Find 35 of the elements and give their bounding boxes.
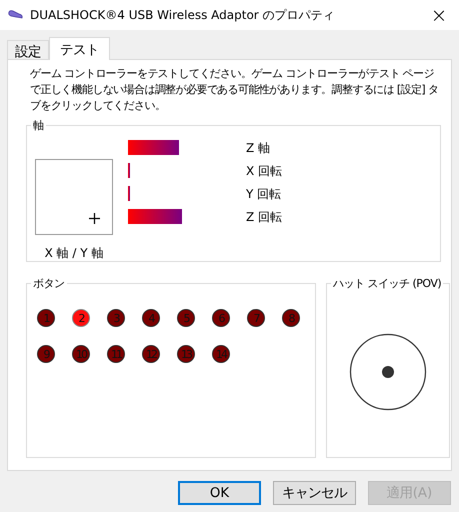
gamepad-icon bbox=[8, 9, 24, 21]
axis-level-bar bbox=[128, 209, 182, 224]
axis-level-bar bbox=[128, 140, 179, 155]
button-indicator: 7 bbox=[247, 309, 265, 327]
button-indicator: 1 bbox=[37, 309, 55, 327]
crosshair-icon bbox=[89, 213, 100, 224]
button-indicator: 12 bbox=[142, 345, 160, 363]
dialog-button[interactable]: OK bbox=[178, 481, 261, 505]
button-indicator: 5 bbox=[177, 309, 195, 327]
tab[interactable]: テスト bbox=[49, 37, 110, 60]
button-indicator: 4 bbox=[142, 309, 160, 327]
axis-label: X 回転 bbox=[246, 163, 284, 180]
button-indicator: 10 bbox=[72, 345, 90, 363]
button-indicator: 11 bbox=[107, 345, 125, 363]
button-indicator: 8 bbox=[282, 309, 300, 327]
button-indicator: 3 bbox=[107, 309, 125, 327]
group-label: 軸 bbox=[32, 118, 44, 133]
axis-label: Z 回転 bbox=[246, 209, 284, 226]
axis-label: Y 回転 bbox=[246, 186, 282, 203]
axis-level-bar bbox=[128, 163, 130, 178]
window-title: DUALSHOCK®4 USB Wireless Adaptor のプロパティ bbox=[30, 6, 336, 24]
button-indicator: 9 bbox=[37, 345, 55, 363]
button-indicator: 6 bbox=[212, 309, 230, 327]
group-label: ボタン bbox=[32, 276, 66, 291]
dialog-button[interactable]: キャンセル bbox=[273, 481, 356, 505]
axis-level-bar bbox=[128, 186, 130, 201]
button-indicator: 14 bbox=[212, 345, 230, 363]
button-indicator: 2 bbox=[72, 309, 90, 327]
tab[interactable]: 設定 bbox=[7, 40, 49, 59]
axis-label: X 軸 / Y 軸 bbox=[44, 245, 104, 262]
description-text: ゲーム コントローラーをテストしてください。ゲーム コントローラーがテスト ページで正しく機能しない場合は調整が必要である可能性があります。調整するには [設定] タブをクリックしてください。 bbox=[29, 66, 440, 114]
group-label: ハット スイッチ (POV) bbox=[332, 276, 442, 291]
axis-label: Z 軸 bbox=[246, 140, 272, 157]
button-indicator: 13 bbox=[177, 345, 195, 363]
close-button[interactable]: × bbox=[427, 5, 451, 25]
